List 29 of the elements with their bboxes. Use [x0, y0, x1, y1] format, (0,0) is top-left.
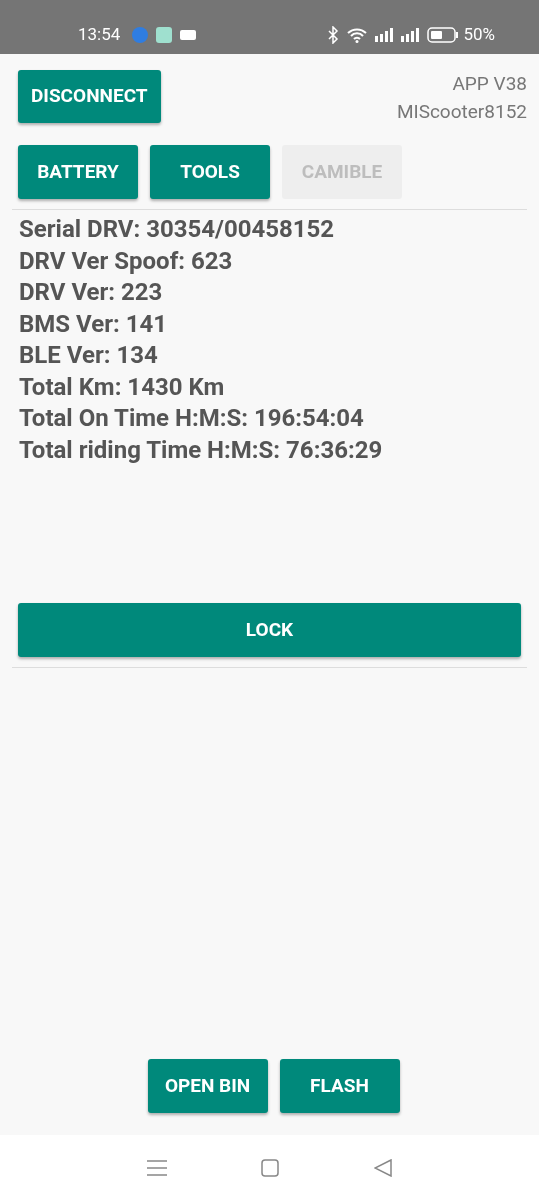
- info-line: DRV Ver Spoof: 623: [19, 245, 234, 277]
- signal-icon: [401, 28, 420, 42]
- app-icon: [156, 27, 173, 43]
- signal-icon: [375, 28, 394, 42]
- tab-button[interactable]: TOOLS: [150, 145, 270, 199]
- action-button[interactable]: OPEN BIN: [147, 1059, 268, 1113]
- clock: 13:54: [78, 23, 121, 47]
- info-line: Serial DRV: 30354/00458152: [19, 214, 336, 245]
- home-icon[interactable]: [261, 1158, 280, 1177]
- info-line: Total riding Time H:M:S: 76:36:29: [19, 434, 384, 466]
- battery-percent: 50%: [463, 23, 495, 47]
- app-version: APP V38: [452, 71, 527, 97]
- tab-button[interactable]: BATTERY: [18, 145, 138, 199]
- lock-button[interactable]: LOCK: [18, 603, 521, 657]
- notification-icon: [180, 30, 197, 40]
- info-line: Total On Time H:M:S: 196:54:04: [19, 403, 365, 434]
- info-line: BLE Ver: 134: [19, 340, 159, 371]
- info-line: BMS Ver: 141: [19, 308, 169, 340]
- info-line: DRV Ver: 223: [19, 277, 164, 308]
- app-icon: [132, 27, 149, 43]
- info-line: Total Km: 1430 Km: [19, 371, 226, 403]
- wifi-icon: [347, 27, 368, 43]
- device-name: MIScooter8152: [396, 99, 527, 125]
- disconnect-button[interactable]: DISCONNECT: [18, 70, 161, 123]
- menu-icon[interactable]: [147, 1159, 168, 1176]
- battery-icon: [427, 27, 460, 43]
- action-button[interactable]: FLASH: [279, 1059, 400, 1113]
- bluetooth-icon: [327, 26, 340, 44]
- back-icon[interactable]: [373, 1158, 392, 1177]
